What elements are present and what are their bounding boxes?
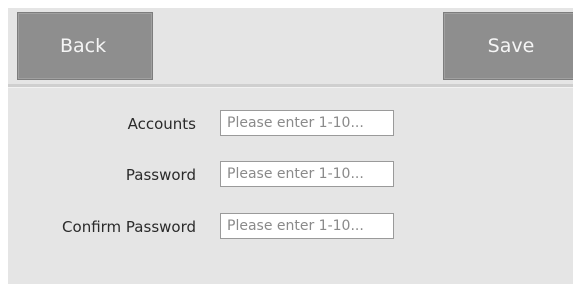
confirm-password-label: Confirm Password — [62, 218, 196, 236]
password-label: Password — [125, 166, 196, 184]
accounts-row: Accounts — [8, 109, 573, 139]
accounts-label: Accounts — [127, 115, 196, 133]
toolbar-divider — [8, 84, 573, 87]
back-button-label: Back — [60, 35, 107, 57]
top-toolbar: Back Save — [8, 8, 573, 84]
back-button[interactable]: Back — [17, 12, 153, 80]
password-row: Password — [8, 160, 573, 190]
password-input[interactable] — [220, 161, 394, 187]
save-button-label: Save — [487, 35, 535, 57]
confirm-password-row: Confirm Password — [8, 212, 573, 242]
accounts-input[interactable] — [220, 110, 394, 136]
save-button[interactable]: Save — [443, 12, 573, 80]
settings-panel: Back Save Accounts Password Confirm Pass… — [8, 8, 573, 284]
confirm-password-input[interactable] — [220, 213, 394, 239]
